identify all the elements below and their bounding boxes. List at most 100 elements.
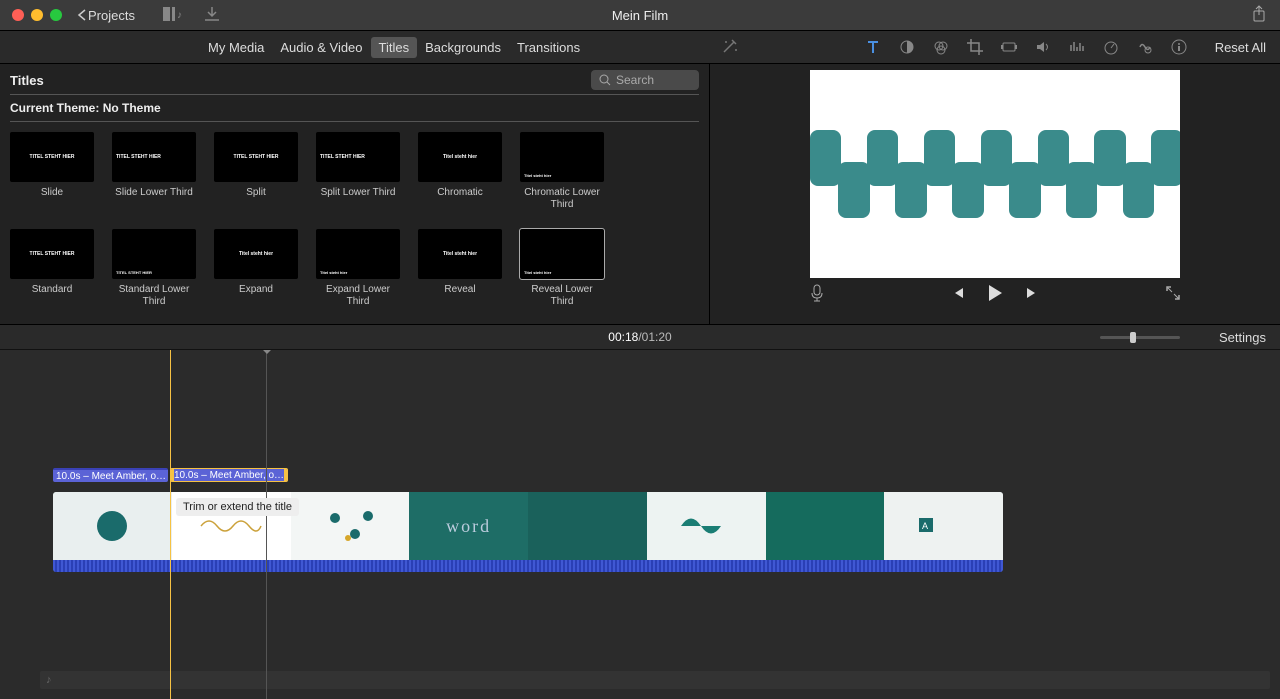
title-thumb: TITEL STEHT HIER xyxy=(214,132,298,182)
search-icon xyxy=(599,74,611,86)
title-preset[interactable]: TITEL STEHT HIER Split xyxy=(214,132,298,211)
time-total: 01:20 xyxy=(642,330,672,344)
clip-filter-icon[interactable] xyxy=(1137,39,1153,55)
titles-grid: TITEL STEHT HIER Slide TITEL STEHT HIER Sli… xyxy=(0,132,709,308)
tab-audio-video[interactable]: Audio & Video xyxy=(272,37,370,58)
zoom-window-button[interactable] xyxy=(50,9,62,21)
title-preset[interactable]: TITEL STEHT HIER Slide xyxy=(10,132,94,211)
fullscreen-icon[interactable] xyxy=(1166,286,1180,303)
timeline-ruler[interactable] xyxy=(0,350,1280,364)
trim-tooltip: Trim or extend the title xyxy=(176,498,299,516)
title-thumb: Titel steht hier xyxy=(214,229,298,279)
title-preset[interactable]: Titel steht hier Chromatic xyxy=(418,132,502,211)
title-thumb: Titel steht hier xyxy=(418,229,502,279)
music-well[interactable]: ♪ xyxy=(40,671,1270,689)
window-controls xyxy=(12,9,62,21)
info-icon[interactable] xyxy=(1171,39,1187,55)
title-label: Split Lower Third xyxy=(316,187,400,211)
titles-browser: Titles Search Current Theme: No Theme TI… xyxy=(0,64,710,324)
title-thumb: TITEL STEHT HIER xyxy=(10,132,94,182)
voiceover-mic-icon[interactable] xyxy=(810,284,824,305)
title-label: Expand xyxy=(214,284,298,308)
crop-icon[interactable] xyxy=(967,39,983,55)
volume-icon[interactable] xyxy=(1035,39,1051,55)
divider xyxy=(10,94,699,95)
stabilization-icon[interactable] xyxy=(1001,39,1017,55)
next-button[interactable] xyxy=(1025,286,1039,303)
title-thumb: TITEL STEHT HIER xyxy=(112,132,196,182)
svg-text:A: A xyxy=(922,521,928,531)
timeline-settings-button[interactable]: Settings xyxy=(1219,330,1266,345)
browser-heading: Titles xyxy=(10,73,44,88)
svg-text:♪: ♪ xyxy=(177,10,182,21)
enhance-wand-icon[interactable] xyxy=(722,38,738,57)
back-to-projects-button[interactable]: Projects xyxy=(78,8,135,23)
noise-reduction-icon[interactable] xyxy=(1069,39,1085,55)
title-label: Standard Lower Third xyxy=(112,284,196,308)
timeline[interactable]: 10.0s – Meet Amber, o… 10.0s – Meet Ambe… xyxy=(0,350,1280,699)
tab-transitions[interactable]: Transitions xyxy=(509,37,588,58)
title-preset[interactable]: TITEL STEHT HIER Standard xyxy=(10,229,94,308)
color-balance-icon[interactable] xyxy=(899,39,915,55)
time-display-bar: 00:18 / 01:20 Settings xyxy=(0,324,1280,350)
zoom-slider[interactable] xyxy=(1100,330,1180,344)
search-input[interactable]: Search xyxy=(591,70,699,90)
title-clip[interactable]: 10.0s – Meet Amber, o… xyxy=(53,468,168,482)
search-placeholder: Search xyxy=(616,73,654,87)
tab-my-media[interactable]: My Media xyxy=(200,37,272,58)
title-label: Chromatic xyxy=(418,187,502,211)
title-preset[interactable]: TITEL STEHT HIER Standard Lower Third xyxy=(112,229,196,308)
current-theme-label: Current Theme: No Theme xyxy=(0,101,709,121)
title-thumb: Titel steht hier xyxy=(520,132,604,182)
speed-icon[interactable] xyxy=(1103,39,1119,55)
title-label: Slide xyxy=(10,187,94,211)
title-clip-selected[interactable]: 10.0s – Meet Amber, o… xyxy=(170,468,288,482)
title-label: Standard xyxy=(10,284,94,308)
reset-all-button[interactable]: Reset All xyxy=(1215,40,1266,55)
title-label: Slide Lower Third xyxy=(112,187,196,211)
title-label: Reveal xyxy=(418,284,502,308)
tab-titles[interactable]: Titles xyxy=(371,37,418,58)
title-thumb: Titel steht hier xyxy=(316,229,400,279)
import-icon[interactable] xyxy=(205,7,219,24)
title-label: Reveal Lower Third xyxy=(520,284,604,308)
prev-button[interactable] xyxy=(951,286,965,303)
title-label: Split xyxy=(214,187,298,211)
project-title: Mein Film xyxy=(612,8,668,23)
title-thumb: TITEL STEHT HIER xyxy=(316,132,400,182)
tab-backgrounds[interactable]: Backgrounds xyxy=(417,37,509,58)
share-icon[interactable] xyxy=(1252,6,1266,25)
title-preset[interactable]: TITEL STEHT HIER Split Lower Third xyxy=(316,132,400,211)
toolbar-actions: ♪ xyxy=(163,7,219,24)
play-button[interactable] xyxy=(987,284,1003,305)
divider xyxy=(10,121,699,122)
title-preset[interactable]: Titel steht hier Reveal Lower Third xyxy=(520,229,604,308)
minimize-window-button[interactable] xyxy=(31,9,43,21)
title-preset[interactable]: Titel steht hier Expand xyxy=(214,229,298,308)
library-view-icon[interactable]: ♪ xyxy=(163,7,181,24)
media-tabs-bar: My Media Audio & Video Titles Background… xyxy=(0,30,1280,64)
transport-controls xyxy=(810,284,1180,305)
back-label: Projects xyxy=(88,8,135,23)
playhead[interactable] xyxy=(170,350,171,699)
title-preset[interactable]: Titel steht hier Reveal xyxy=(418,229,502,308)
title-thumb: TITEL STEHT HIER xyxy=(112,229,196,279)
title-thumb: Titel steht hier xyxy=(418,132,502,182)
close-window-button[interactable] xyxy=(12,9,24,21)
skimmer-line xyxy=(266,350,267,699)
preview-canvas[interactable] xyxy=(810,70,1180,278)
inspector-icons xyxy=(865,39,1187,55)
text-inspector-icon[interactable] xyxy=(865,39,881,55)
title-label: Chromatic Lower Third xyxy=(520,187,604,211)
window-titlebar: Projects ♪ Mein Film xyxy=(0,0,1280,30)
title-preset[interactable]: TITEL STEHT HIER Slide Lower Third xyxy=(112,132,196,211)
media-tabs: My Media Audio & Video Titles Background… xyxy=(200,37,588,58)
music-icon: ♪ xyxy=(46,674,52,686)
title-preset[interactable]: Titel steht hier Expand Lower Third xyxy=(316,229,400,308)
color-correction-icon[interactable] xyxy=(933,39,949,55)
title-thumb: TITEL STEHT HIER xyxy=(10,229,94,279)
title-thumb: Titel steht hier xyxy=(520,229,604,279)
frame-word: word xyxy=(446,516,491,537)
title-preset[interactable]: Titel steht hier Chromatic Lower Third xyxy=(520,132,604,211)
title-label: Expand Lower Third xyxy=(316,284,400,308)
